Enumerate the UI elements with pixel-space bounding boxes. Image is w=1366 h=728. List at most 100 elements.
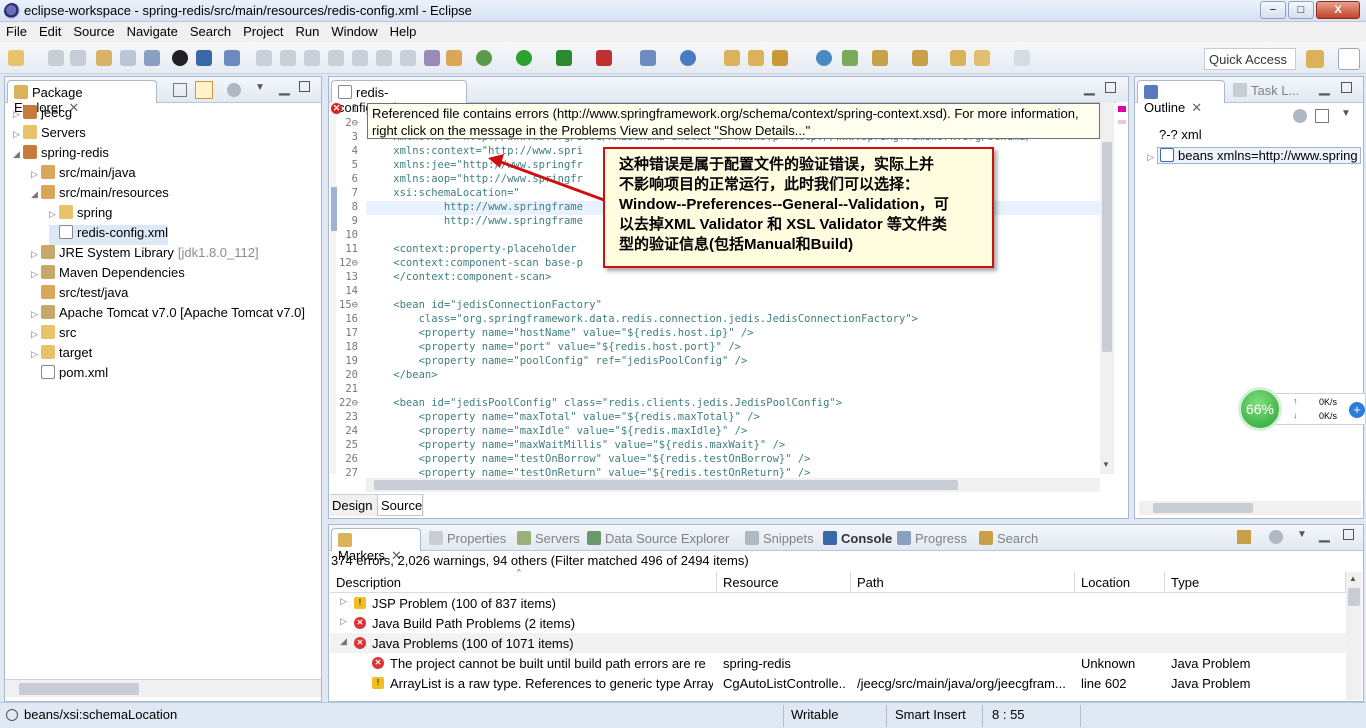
tab-search[interactable]: Search	[979, 531, 1038, 546]
close-tab-icon[interactable]: ✕	[1191, 100, 1202, 115]
filter-icon[interactable]	[1269, 530, 1283, 544]
column-header-resource[interactable]: Resource	[717, 572, 851, 592]
menu-help[interactable]: Help	[384, 22, 423, 39]
expand-icon[interactable]: ▷	[31, 269, 41, 280]
tab-package-explorer[interactable]: Package Explorer ✕	[7, 80, 157, 115]
skip-breakpoints-icon[interactable]	[224, 50, 240, 66]
network-monitor-widget[interactable]: ↑ 0K/s ↓ 0K/s + 66%	[1238, 387, 1366, 431]
scrollbar-thumb[interactable]	[19, 683, 139, 695]
expand-icon[interactable]: ▷	[340, 596, 347, 607]
maximize-panel-icon[interactable]	[1343, 529, 1354, 540]
table-row[interactable]: ✕ The project cannot be built until build…	[330, 653, 1346, 673]
maximize-button[interactable]: □	[1288, 1, 1314, 19]
column-header-path[interactable]: Path	[851, 572, 1075, 592]
expand-icon[interactable]: ▷	[13, 109, 23, 120]
collapse-icon[interactable]: ◢	[340, 636, 347, 647]
monitor-icon[interactable]	[196, 50, 212, 66]
outline-horizontal-scrollbar[interactable]	[1139, 501, 1361, 515]
tree-item-jre[interactable]: ▷ JRE System Library [jdk1.8.0_112]	[31, 245, 259, 265]
disconnect-icon[interactable]	[328, 50, 344, 66]
save-icon[interactable]	[48, 50, 64, 66]
marker-group-row[interactable]: ▷ ✕ Java Build Path Problems (2 items)	[330, 613, 1346, 633]
open-console-icon[interactable]	[144, 50, 160, 66]
external-tools-icon[interactable]	[596, 50, 612, 66]
open-type-icon[interactable]	[724, 50, 740, 66]
step-into-icon[interactable]	[352, 50, 368, 66]
column-header-description[interactable]: Description	[330, 572, 717, 592]
expand-icon[interactable]: ▷	[1147, 152, 1157, 163]
java-ee-perspective-icon[interactable]	[1338, 48, 1360, 70]
code-line[interactable]: <property name="hostName" value="${redis…	[368, 327, 754, 339]
tree-item-spring[interactable]: ▷ spring	[49, 205, 112, 225]
globe-icon[interactable]	[816, 50, 832, 66]
user-icon[interactable]	[172, 50, 188, 66]
column-header-location[interactable]: Location	[1075, 572, 1165, 592]
menu-search[interactable]: Search	[184, 22, 237, 39]
menu-project[interactable]: Project	[237, 22, 289, 39]
view-menu-icon[interactable]: ▼	[1297, 529, 1307, 540]
menu-run[interactable]: Run	[290, 22, 326, 39]
suspend-icon[interactable]	[280, 50, 296, 66]
code-line[interactable]: <property name="maxIdle" value="${redis.…	[368, 425, 748, 437]
filter-icon[interactable]	[1293, 109, 1307, 123]
editor-horizontal-scrollbar[interactable]	[366, 478, 1100, 492]
explorer-horizontal-scrollbar[interactable]	[5, 679, 321, 697]
coverage-icon[interactable]	[556, 50, 572, 66]
collapse-all-icon[interactable]	[173, 83, 187, 97]
outline-item-beans[interactable]: ▷ beans xmlns=http://www.spring	[1147, 147, 1363, 164]
view-menu-icon[interactable]: ▼	[255, 82, 265, 93]
collapse-all-icon[interactable]	[1315, 109, 1329, 123]
sort-indicator-icon[interactable]: ^	[517, 568, 521, 577]
scrollbar-thumb[interactable]	[1153, 503, 1253, 513]
scrollbar-thumb[interactable]	[1102, 142, 1112, 352]
build-icon[interactable]	[96, 50, 112, 66]
previous-annotation-icon[interactable]	[912, 50, 928, 66]
tab-progress[interactable]: Progress	[897, 531, 967, 546]
filter-icon[interactable]	[227, 83, 241, 97]
tab-console[interactable]: Console	[823, 531, 892, 546]
tree-item-src-main-java[interactable]: ▷ src/main/java	[31, 165, 136, 185]
collapse-icon[interactable]: ◢	[13, 149, 23, 160]
debug-icon[interactable]	[476, 50, 492, 66]
collapse-icon[interactable]: ◢	[31, 189, 41, 200]
minimize-outline-icon[interactable]: ▁	[1319, 79, 1330, 96]
link-with-editor-icon[interactable]	[195, 81, 213, 99]
marker-group-row[interactable]: ▷! JSP Problem (100 of 837 items)	[330, 593, 1346, 613]
terminal-icon[interactable]	[120, 50, 136, 66]
menu-navigate[interactable]: Navigate	[121, 22, 184, 39]
tab-task-list[interactable]: Task L...	[1233, 83, 1299, 98]
markers-vertical-scrollbar[interactable]: ▲	[1346, 572, 1362, 700]
maximize-view-icon[interactable]	[299, 81, 310, 92]
use-step-filters-icon[interactable]	[446, 50, 462, 66]
minimize-view-icon[interactable]: ▁	[279, 79, 290, 96]
minimize-editor-icon[interactable]: ▁	[1084, 79, 1095, 96]
minimize-panel-icon[interactable]: ▁	[1319, 526, 1330, 543]
expand-icon[interactable]: ▷	[31, 169, 41, 180]
close-button[interactable]: X	[1316, 1, 1360, 19]
status-insert-mode[interactable]: Smart Insert	[895, 707, 966, 722]
new-icon[interactable]	[8, 50, 24, 66]
scroll-up-icon[interactable]: ▲	[1349, 574, 1357, 583]
next-annotation-icon[interactable]	[872, 50, 888, 66]
scrollbar-thumb[interactable]	[374, 480, 958, 490]
tree-item-redis-config-xml[interactable]: redis-config.xml	[49, 225, 169, 245]
code-line[interactable]: </bean>	[368, 369, 437, 381]
menu-source[interactable]: Source	[67, 22, 120, 39]
editor-vertical-scrollbar[interactable]: ▼	[1100, 102, 1114, 474]
tree-item-servers[interactable]: ▷ Servers	[13, 125, 86, 145]
minimize-button[interactable]: −	[1260, 1, 1286, 19]
new-java-project-icon[interactable]	[680, 50, 696, 66]
step-return-icon[interactable]	[400, 50, 416, 66]
last-edit-location-icon[interactable]	[950, 50, 966, 66]
focus-icon[interactable]	[1237, 530, 1251, 544]
tree-item-src-test-java[interactable]: src/test/java	[31, 285, 128, 305]
scrollbar-thumb[interactable]	[1348, 588, 1360, 606]
column-header-type[interactable]: Type	[1165, 572, 1346, 592]
new-server-icon[interactable]	[640, 50, 656, 66]
tree-item-src-main-resources[interactable]: ◢ src/main/resources	[31, 185, 169, 205]
expand-icon[interactable]: ▷	[31, 249, 41, 260]
open-perspective-icon[interactable]	[1306, 50, 1324, 68]
menu-edit[interactable]: Edit	[33, 22, 67, 39]
code-line[interactable]: <property name="maxTotal" value="${redis…	[368, 411, 760, 423]
tab-redis-config-xml[interactable]: redis-config.xml✕	[331, 80, 467, 115]
